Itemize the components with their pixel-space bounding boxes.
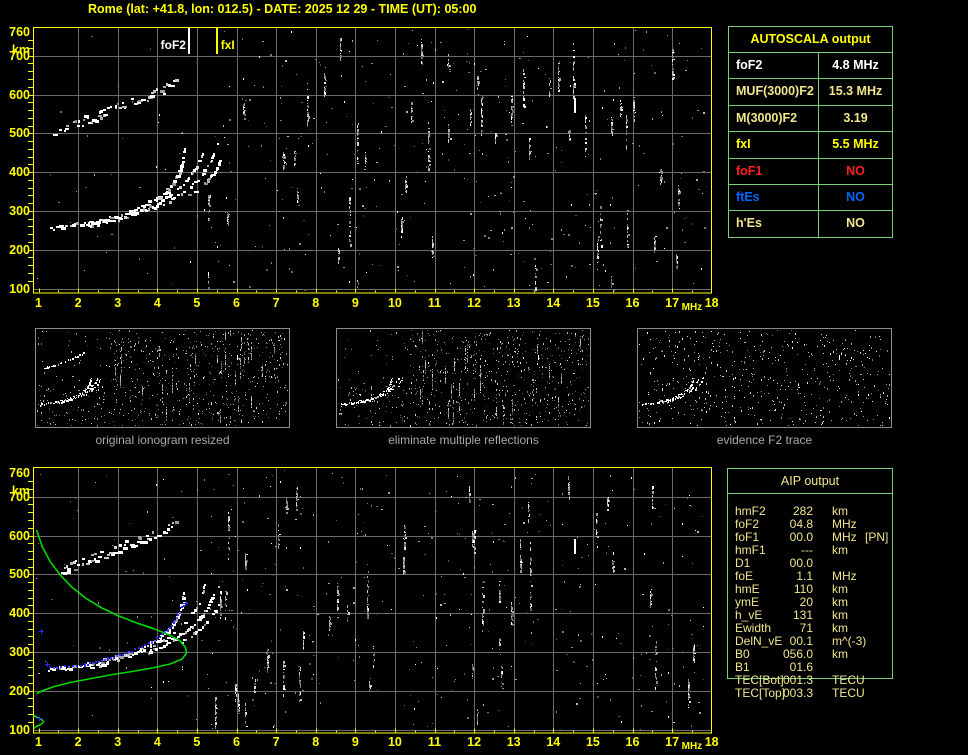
row-value: NO <box>846 216 865 231</box>
x-tick-label: 9 <box>351 296 359 310</box>
y-tick-label: 200 <box>9 683 30 698</box>
x-tick-label: 4 <box>153 296 161 310</box>
aip-rows: hmF2 282 km foF2 04.8 MHz foF1 00.0 MHz [PN] hmF1-… <box>728 505 892 700</box>
table-row-fof2: foF2 4.8 MHz <box>729 53 892 80</box>
y-tick-label: 760 <box>9 466 30 481</box>
y-tick-label: 200 <box>9 242 30 257</box>
autoscala-output-screen: Rome (lat: +41.8, lon: 012.5) - DATE: 20… <box>0 0 968 755</box>
top-ionogram-plot <box>25 27 712 294</box>
y-tick-label: 760 <box>9 25 30 40</box>
x-tick-label: 2 <box>74 296 82 310</box>
x-tick-label: 8 <box>312 735 320 749</box>
thumbnail-eliminate-reflections <box>336 328 591 428</box>
x-tick-label: 9 <box>351 735 359 749</box>
aip-cell: [PN] <box>865 530 889 544</box>
y-tick-label: 100 <box>9 722 30 737</box>
x-tick-label: 16 <box>625 735 640 749</box>
x-tick-label: 12 <box>467 296 482 310</box>
y-tick-label: 500 <box>9 567 30 582</box>
aip-cell: TECU <box>832 686 865 700</box>
x-tick-label: 13 <box>506 296 521 310</box>
x-tick-label: 15 <box>585 735 600 749</box>
x-tick-label: 3 <box>114 296 122 310</box>
thumbnail-caption-eliminate: eliminate multiple reflections <box>388 433 539 447</box>
row-label: foF2 <box>729 53 819 79</box>
x-tick-label: 10 <box>387 296 402 310</box>
row-value: 15.3 MHz <box>828 84 883 99</box>
x-tick-label: 5 <box>193 296 201 310</box>
y-tick-label: 300 <box>9 203 30 218</box>
x-tick-label: 6 <box>233 296 240 310</box>
x-tick-label: 14 <box>546 735 561 749</box>
row-label: foF1 <box>729 158 819 184</box>
aip-table-title: AIP output <box>728 469 892 494</box>
x-tick-label: 12 <box>467 735 482 749</box>
row-label: MUF(3000)F2 <box>729 79 819 105</box>
thumbnail-caption-original: original ionogram resized <box>95 433 230 447</box>
x-axis-unit-label: MHz <box>681 302 703 313</box>
x-axis-unit-label: MHz <box>681 741 703 752</box>
y-tick-label: 400 <box>9 165 30 180</box>
x-tick-label: 11 <box>427 735 442 749</box>
row-value: NO <box>846 189 865 204</box>
aip-output-table: AIP output hmF2 282 km foF2 04.8 MHz foF1 00.0 M… <box>727 468 893 700</box>
y-tick-label: 100 <box>9 281 30 296</box>
bottom-ionogram-plot <box>25 467 712 734</box>
thumbnail-evidence-f2-trace <box>637 328 892 428</box>
x-tick-label: 1 <box>35 735 42 749</box>
x-tick-label: 3 <box>114 735 122 749</box>
aip-cell: km <box>832 543 848 557</box>
row-label: fxI <box>729 132 819 158</box>
row-label: ftEs <box>729 184 819 211</box>
y-tick-label: 600 <box>9 87 30 102</box>
autoscala-output-table: AUTOSCALA output foF2 4.8 MHz MUF(3000)F… <box>728 26 893 238</box>
autoscala-table-title: AUTOSCALA output <box>729 27 892 53</box>
x-tick-label: 10 <box>387 735 402 749</box>
y-tick-label: 300 <box>9 644 30 659</box>
table-row-m3000f2: M(3000)F2 3.19 <box>729 105 892 133</box>
row-value: 3.19 <box>843 110 868 125</box>
table-row-fof1: foF1 NO <box>729 158 892 185</box>
x-tick-label: 15 <box>585 296 600 310</box>
x-tick-label: 6 <box>233 735 240 749</box>
row-value: 4.8 MHz <box>832 58 879 72</box>
x-tick-label: 4 <box>153 735 161 749</box>
x-tick-label: 11 <box>427 296 442 310</box>
x-tick-label: 7 <box>272 296 280 310</box>
y-tick-label: 600 <box>9 528 30 543</box>
row-label: h'Es <box>729 211 819 237</box>
table-row-ftes: ftEs NO <box>729 184 892 212</box>
x-tick-label: 2 <box>74 735 82 749</box>
row-label: M(3000)F2 <box>729 105 819 132</box>
aip-cell: km <box>832 647 848 661</box>
y-axis-unit-label: km <box>11 484 30 499</box>
x-tick-label: 13 <box>506 735 521 749</box>
row-value: NO <box>846 163 865 178</box>
table-row-hpes: h'Es NO <box>729 211 892 237</box>
x-tick-label: 14 <box>546 296 561 310</box>
window-title: Rome (lat: +41.8, lon: 012.5) - DATE: 20… <box>88 2 477 16</box>
aip-row-TEC[Top]: TEC[Top] 003.3 TECU <box>728 687 892 700</box>
fxi-marker-label: fxI <box>220 38 235 52</box>
x-tick-label: 8 <box>312 296 320 310</box>
x-tick-label: 5 <box>193 735 201 749</box>
aip-cell: 003.3 <box>782 686 813 700</box>
x-tick-label: 16 <box>625 296 640 310</box>
thumbnail-caption-evidence: evidence F2 trace <box>716 433 813 447</box>
table-row-fxi: fxI 5.5 MHz <box>729 132 892 159</box>
y-axis-unit-label: km <box>11 43 30 58</box>
y-tick-label: 400 <box>9 606 30 621</box>
x-tick-label: 7 <box>272 735 280 749</box>
table-row-muf3000f2: MUF(3000)F2 15.3 MHz <box>729 79 892 106</box>
thumbnail-original-ionogram <box>35 328 290 428</box>
x-tick-label: 1 <box>35 296 42 310</box>
y-tick-label: 500 <box>9 126 30 141</box>
row-value: 5.5 MHz <box>832 137 879 152</box>
fof2-marker-label: foF2 <box>160 38 186 52</box>
